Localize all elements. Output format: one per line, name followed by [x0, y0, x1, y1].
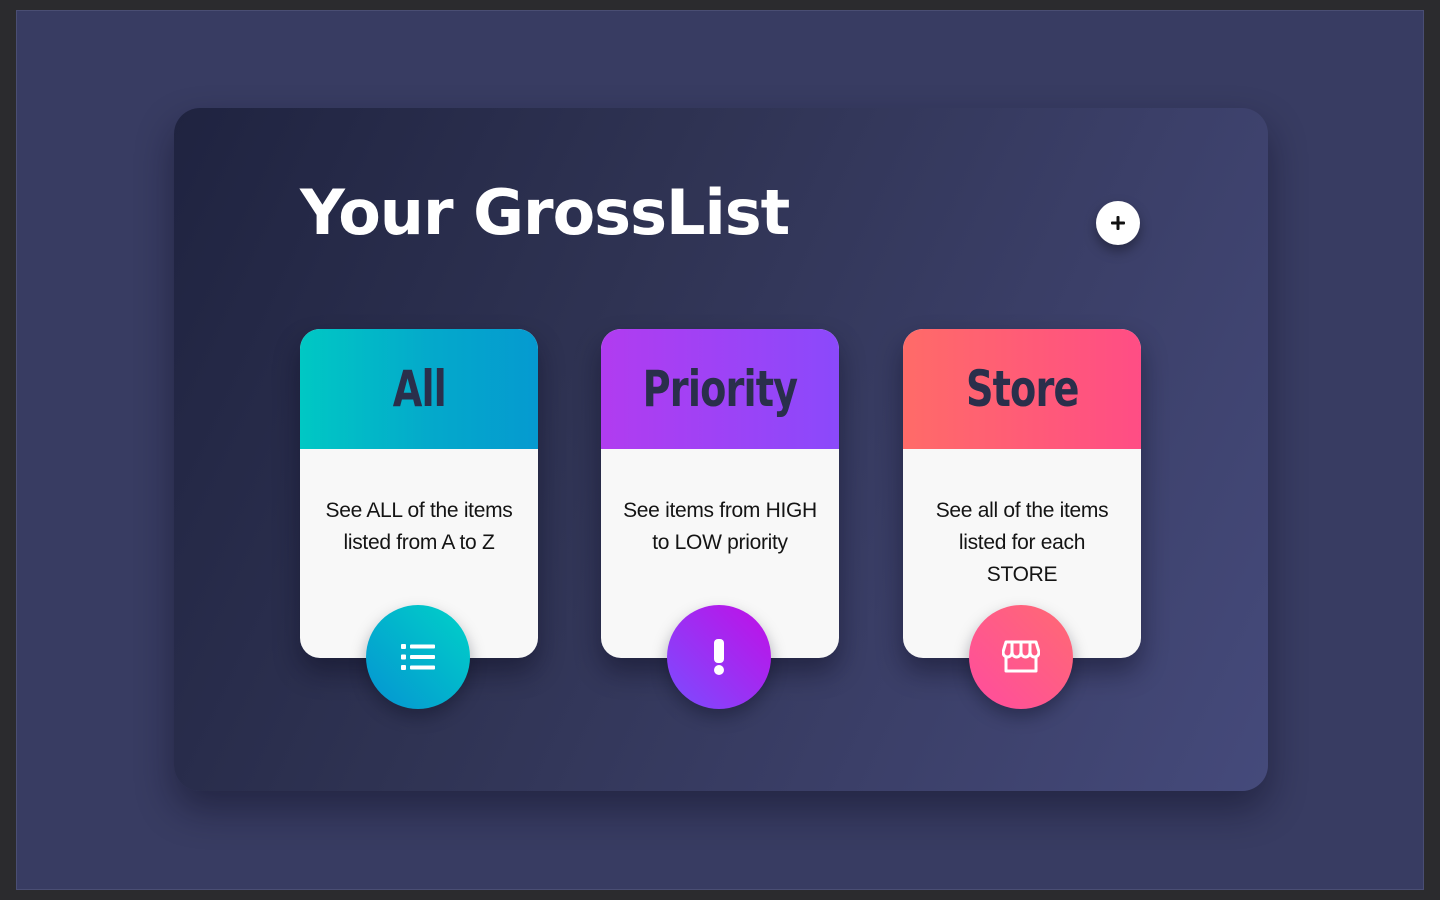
card-store[interactable]: Store See all of the items listed for ea… — [903, 329, 1141, 709]
card-all-button[interactable] — [366, 605, 470, 709]
app-canvas: Your GrossList All See ALL of the items … — [16, 10, 1424, 890]
card-store-button[interactable] — [969, 605, 1073, 709]
add-item-button[interactable] — [1096, 201, 1140, 245]
card-priority[interactable]: Priority See items from HIGH to LOW prio… — [601, 329, 839, 709]
card-all-title: All — [392, 360, 446, 418]
card-priority-header: Priority — [601, 329, 839, 449]
plus-icon — [1111, 216, 1125, 230]
card-store-description: See all of the items listed for each STO… — [935, 499, 1109, 586]
card-store-title: Store — [965, 360, 1079, 418]
exclamation-icon — [714, 639, 724, 675]
list-icon — [401, 644, 435, 670]
card-store-header: Store — [903, 329, 1141, 449]
card-all-header: All — [300, 329, 538, 449]
page-title: Your GrossList — [300, 176, 790, 249]
card-all[interactable]: All See ALL of the items listed from A t… — [300, 329, 538, 709]
card-all-description: See ALL of the items listed from A to Z — [325, 499, 513, 554]
card-priority-button[interactable] — [667, 605, 771, 709]
card-priority-title: Priority — [642, 360, 798, 418]
store-icon — [1002, 640, 1040, 673]
grosslist-panel: Your GrossList All See ALL of the items … — [174, 108, 1268, 791]
card-priority-description: See items from HIGH to LOW priority — [623, 499, 817, 554]
